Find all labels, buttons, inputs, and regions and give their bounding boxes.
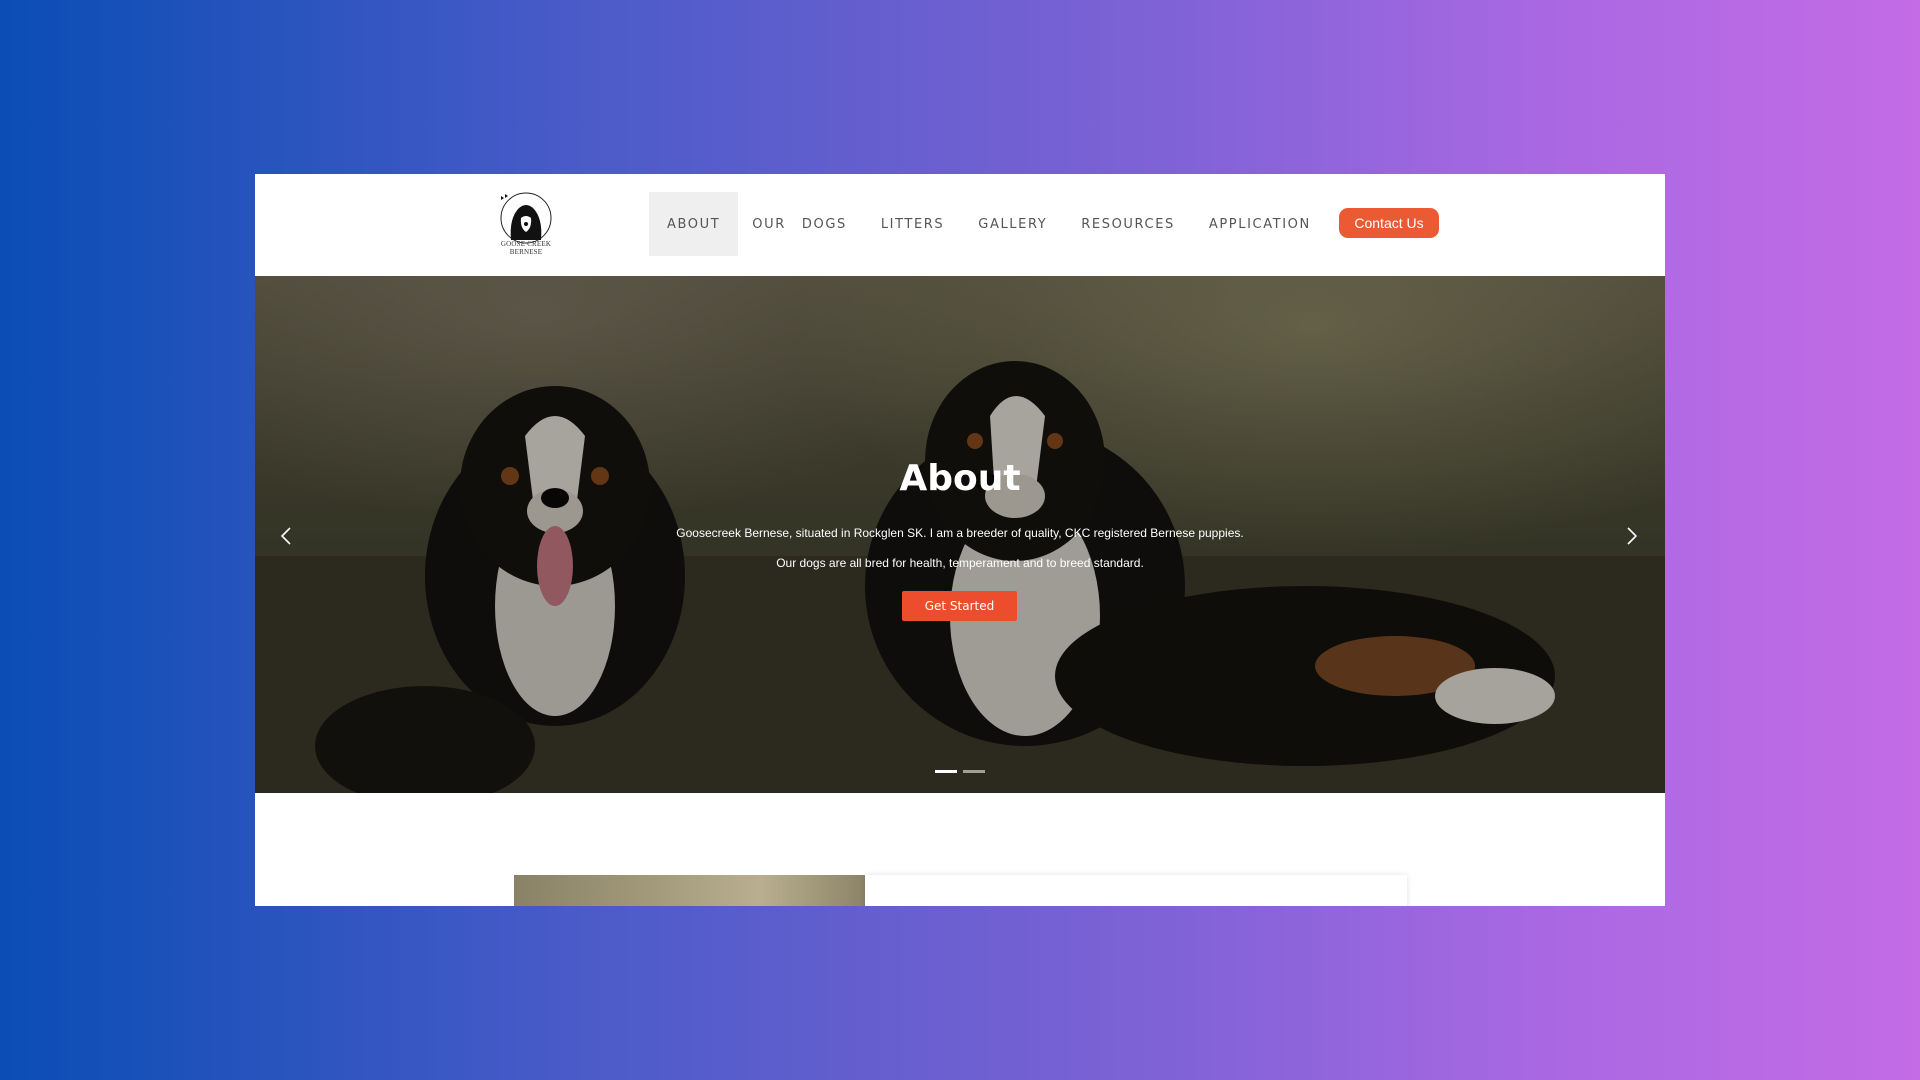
- browser-viewport: GOOSE CREEK BERNESE ABOUT OUR DOGS LITTE…: [255, 174, 1665, 906]
- carousel-indicators: [935, 770, 991, 773]
- nav-item-dogs[interactable]: DOGS: [802, 192, 847, 256]
- nav-item-resources[interactable]: RESOURCES: [1081, 192, 1175, 256]
- carousel-indicator-1[interactable]: [935, 770, 957, 773]
- about-section: [255, 793, 1665, 906]
- hero-carousel: About Goosecreek Bernese, situated in Ro…: [255, 276, 1665, 793]
- hero-description-line-1: Goosecreek Bernese, situated in Rockglen…: [676, 526, 1244, 540]
- chevron-right-icon: [1627, 527, 1638, 545]
- hero-description-line-2: Our dogs are all bred for health, temper…: [776, 556, 1144, 570]
- site-header: GOOSE CREEK BERNESE ABOUT OUR DOGS LITTE…: [255, 174, 1665, 276]
- nav-item-our[interactable]: OUR: [752, 192, 786, 256]
- get-started-button[interactable]: Get Started: [902, 591, 1017, 621]
- chevron-left-icon: [280, 527, 291, 545]
- logo-wordmark: GOOSE CREEK BERNESE: [500, 240, 552, 256]
- nav-item-application[interactable]: APPLICATION: [1209, 192, 1311, 256]
- about-card-image: [514, 875, 865, 906]
- hero-title: About: [899, 458, 1021, 499]
- nav-item-about[interactable]: ABOUT: [649, 192, 739, 256]
- main-nav: ABOUT OUR DOGS LITTERS GALLERY RESOURCES…: [649, 192, 1311, 256]
- carousel-next-button[interactable]: [1619, 524, 1643, 548]
- nav-item-litters[interactable]: LITTERS: [881, 192, 944, 256]
- site-logo[interactable]: GOOSE CREEK BERNESE: [491, 188, 561, 260]
- carousel-indicator-2[interactable]: [963, 770, 985, 773]
- carousel-prev-button[interactable]: [275, 524, 299, 548]
- dog-logo-icon: [500, 192, 552, 244]
- contact-us-button[interactable]: Contact Us: [1339, 208, 1439, 238]
- nav-item-gallery[interactable]: GALLERY: [978, 192, 1047, 256]
- about-card-content: [865, 875, 1407, 906]
